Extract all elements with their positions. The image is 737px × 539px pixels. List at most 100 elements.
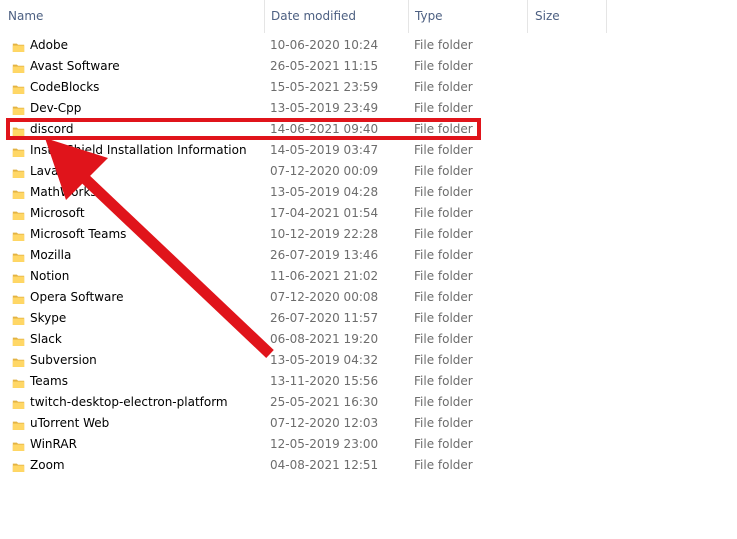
file-row[interactable]: Avast Software 26-05-2021 11:15 File folde… (0, 56, 480, 77)
file-name: Zoom (30, 458, 65, 472)
file-list: Adobe 10-06-2020 10:24 File folder Avast So… (0, 35, 737, 476)
file-date-modified: 13-05-2019 04:28 (270, 185, 379, 199)
folder-icon (12, 354, 25, 367)
file-name: Adobe (30, 38, 68, 52)
file-type: File folder (414, 80, 473, 94)
file-row[interactable]: Dev-Cpp 13-05-2019 23:49 File folder (0, 98, 480, 119)
file-type: File folder (414, 143, 473, 157)
file-name: Dev-Cpp (30, 101, 82, 115)
file-type: File folder (414, 311, 473, 325)
file-name: uTorrent Web (30, 416, 110, 430)
file-type: File folder (414, 122, 473, 136)
folder-icon (12, 375, 25, 388)
file-name: Notion (30, 269, 70, 283)
file-name: Skype (30, 311, 67, 325)
file-type: File folder (414, 206, 473, 220)
file-row[interactable]: CodeBlocks 15-05-2021 23:59 File folder (0, 77, 480, 98)
column-header-name-label: Name (8, 9, 44, 23)
folder-icon (12, 123, 25, 136)
file-name: WinRAR (30, 437, 77, 451)
file-name: Teams (30, 374, 68, 388)
file-date-modified: 07-12-2020 00:08 (270, 290, 379, 304)
file-row[interactable]: Microsoft Teams 10-12-2019 22:28 File fold… (0, 224, 480, 245)
file-type: File folder (414, 332, 473, 346)
file-type: File folder (414, 185, 473, 199)
file-name: Slack (30, 332, 62, 346)
file-date-modified: 14-05-2019 03:47 (270, 143, 379, 157)
file-type: File folder (414, 374, 473, 388)
file-date-modified: 06-08-2021 19:20 (270, 332, 379, 346)
column-header-type-label: Type (415, 9, 443, 23)
folder-icon (12, 102, 25, 115)
file-row[interactable]: twitch-desktop-electron-platform 25-05-20… (0, 392, 480, 413)
file-name: CodeBlocks (30, 80, 100, 94)
file-date-modified: 10-12-2019 22:28 (270, 227, 379, 241)
file-date-modified: 26-05-2021 11:15 (270, 59, 379, 73)
file-date-modified: 26-07-2020 11:57 (270, 311, 379, 325)
file-row[interactable]: InstallShield Installation Information 14… (0, 140, 480, 161)
file-type: File folder (414, 290, 473, 304)
file-row[interactable]: Slack 06-08-2021 19:20 File folder (0, 329, 480, 350)
file-date-modified: 12-05-2019 23:00 (270, 437, 379, 451)
sort-ascending-icon: ^ (128, 0, 137, 10)
file-type: File folder (414, 395, 473, 409)
column-header-type[interactable]: Type (408, 0, 527, 33)
file-row[interactable]: Teams 13-11-2020 15:56 File folder (0, 371, 480, 392)
folder-icon (12, 249, 25, 262)
file-name: Mozilla (30, 248, 72, 262)
folder-icon (12, 396, 25, 409)
file-row[interactable]: Subversion 13-05-2019 04:32 File folder (0, 350, 480, 371)
file-type: File folder (414, 164, 473, 178)
folder-icon (12, 60, 25, 73)
file-name: discord (30, 122, 74, 136)
file-row[interactable]: Zoom 04-08-2021 12:51 File folder (0, 455, 480, 476)
folder-icon (12, 270, 25, 283)
file-date-modified: 13-05-2019 23:49 (270, 101, 379, 115)
file-type: File folder (414, 227, 473, 241)
file-type: File folder (414, 437, 473, 451)
file-date-modified: 04-08-2021 12:51 (270, 458, 379, 472)
file-row[interactable]: Notion 11-06-2021 21:02 File folder (0, 266, 480, 287)
file-type: File folder (414, 353, 473, 367)
file-row[interactable]: Opera Software 07-12-2020 00:08 File folde… (0, 287, 480, 308)
file-type: File folder (414, 38, 473, 52)
file-row[interactable]: Mozilla 26-07-2019 13:46 File folder (0, 245, 480, 266)
folder-icon (12, 291, 25, 304)
column-header-bar: Name ^ Date modified Type Size (0, 0, 737, 33)
file-name: Microsoft Teams (30, 227, 127, 241)
file-row[interactable]: WinRAR 12-05-2019 23:00 File folder (0, 434, 480, 455)
file-row[interactable]: MathWorks 13-05-2019 04:28 File folder (0, 182, 480, 203)
folder-icon (12, 459, 25, 472)
file-date-modified: 15-05-2021 23:59 (270, 80, 379, 94)
file-date-modified: 07-12-2020 12:03 (270, 416, 379, 430)
file-name: Lavasoft (30, 164, 81, 178)
file-name: Avast Software (30, 59, 120, 73)
file-name: Microsoft (30, 206, 85, 220)
folder-icon (12, 438, 25, 451)
file-row[interactable]: uTorrent Web 07-12-2020 12:03 File folder (0, 413, 480, 434)
folder-icon (12, 228, 25, 241)
folder-icon (12, 81, 25, 94)
file-date-modified: 10-06-2020 10:24 (270, 38, 379, 52)
file-name: MathWorks (30, 185, 97, 199)
column-header-name[interactable]: Name ^ (0, 0, 264, 33)
file-type: File folder (414, 416, 473, 430)
file-type: File folder (414, 59, 473, 73)
file-row[interactable]: Microsoft 17-04-2021 01:54 File folder (0, 203, 480, 224)
file-row[interactable]: Adobe 10-06-2020 10:24 File folder (0, 35, 480, 56)
file-date-modified: 11-06-2021 21:02 (270, 269, 379, 283)
folder-icon (12, 165, 25, 178)
file-row[interactable]: Lavasoft 07-12-2020 00:09 File folder (0, 161, 480, 182)
folder-icon (12, 144, 25, 157)
file-type: File folder (414, 458, 473, 472)
column-header-size[interactable]: Size (527, 0, 607, 33)
file-name: InstallShield Installation Information (30, 143, 247, 157)
file-row[interactable]: discord 14-06-2021 09:40 File folder (0, 119, 480, 140)
file-date-modified: 13-11-2020 15:56 (270, 374, 379, 388)
column-header-date-modified[interactable]: Date modified (264, 0, 408, 33)
file-date-modified: 14-06-2021 09:40 (270, 122, 379, 136)
file-row[interactable]: Skype 26-07-2020 11:57 File folder (0, 308, 480, 329)
file-date-modified: 26-07-2019 13:46 (270, 248, 379, 262)
file-type: File folder (414, 101, 473, 115)
folder-icon (12, 39, 25, 52)
